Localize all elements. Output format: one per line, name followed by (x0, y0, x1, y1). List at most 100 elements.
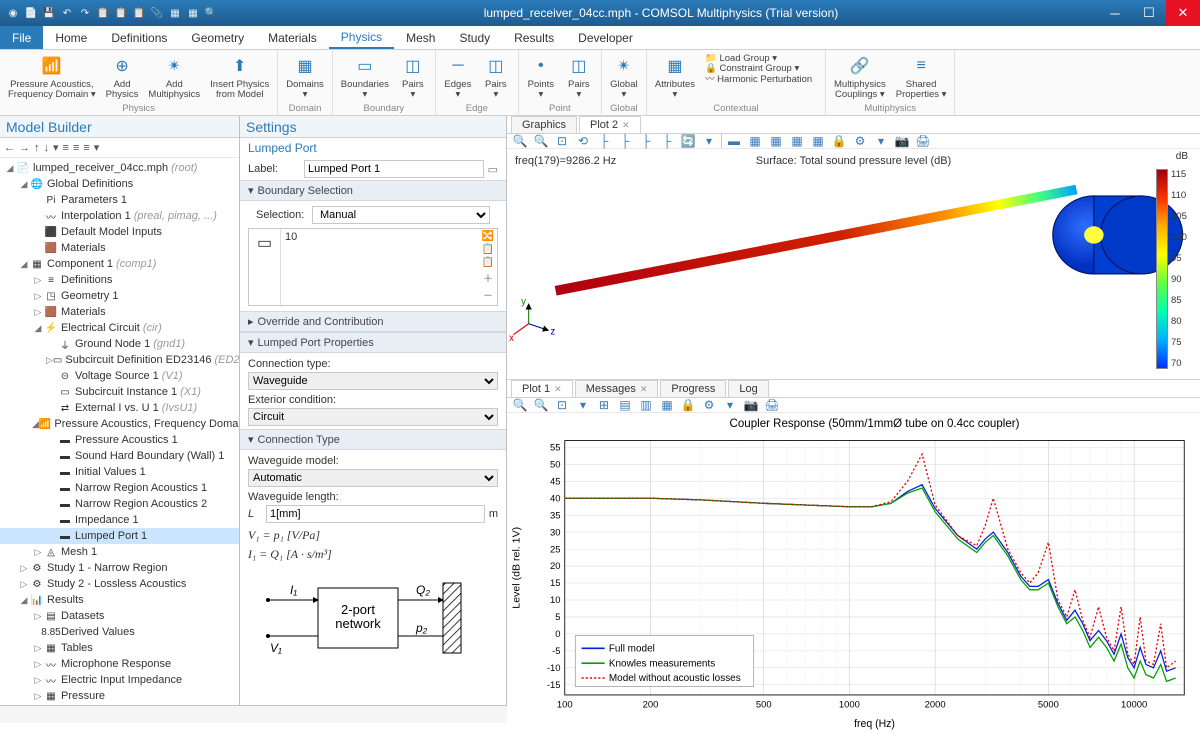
tree-node[interactable]: ▷▭Subcircuit Definition ED23146(ED23146) (0, 352, 239, 368)
ribbon-pairs[interactable]: ◫Pairs ▾ (478, 52, 514, 103)
label-input[interactable] (304, 160, 484, 178)
plot-tab[interactable]: Messages✕ (575, 380, 659, 397)
sel-copy-icon[interactable]: 📋 (482, 244, 494, 255)
mb-tool[interactable]: ≡ (73, 142, 79, 154)
toolbar-icon[interactable]: ▦ (746, 134, 764, 148)
tree-node[interactable]: ◢🌐Global Definitions (0, 176, 239, 192)
maximize-button[interactable]: ☐ (1132, 0, 1166, 26)
mb-tool[interactable]: ▾ (94, 141, 100, 154)
ribbon-points[interactable]: •Points ▾ (523, 52, 559, 103)
tree-node[interactable]: ▷◳Geometry 1 (0, 288, 239, 304)
plot-tab[interactable]: Log (728, 380, 768, 397)
tree-node[interactable]: ▬Narrow Region Acoustics 1 (0, 480, 239, 496)
tree-node[interactable]: ▷〰Electric Input Impedance (0, 672, 239, 688)
menu-study[interactable]: Study (447, 26, 502, 49)
close-tab-icon[interactable]: ✕ (622, 120, 630, 131)
toolbar-icon[interactable]: ├ (658, 134, 676, 148)
tree-node[interactable]: ▷▦Pressure (0, 688, 239, 704)
toolbar-icon[interactable]: 🔍 (511, 398, 529, 412)
ribbon-multiphysics[interactable]: 🔗Multiphysics Couplings ▾ (830, 52, 890, 103)
tree-node[interactable]: ▷⚙Study 2 - Lossless Acoustics (0, 576, 239, 592)
ribbon-add[interactable]: ⊕Add Physics (102, 52, 143, 103)
section-boundary-selection[interactable]: ▾Boundary Selection (240, 180, 506, 201)
goto-source-icon[interactable]: ▭ (488, 163, 498, 176)
toolbar-icon[interactable]: ▦ (809, 134, 827, 148)
qa-icon[interactable]: 💾 (42, 6, 56, 20)
mb-tool[interactable]: ↑ (34, 142, 40, 154)
ribbon-add[interactable]: ✴Add Multiphysics (144, 52, 204, 103)
tree-node[interactable]: ◢▦Component 1(comp1) (0, 256, 239, 272)
tree-node[interactable]: ▷▤Datasets (0, 608, 239, 624)
model-tree[interactable]: ◢📄lumped_receiver_04cc.mph(root)◢🌐Global… (0, 158, 239, 705)
toolbar-icon[interactable]: 🖨 (763, 398, 781, 412)
mb-tool[interactable]: → (19, 142, 30, 154)
sel-add-icon[interactable]: ＋ (483, 270, 493, 285)
tree-node[interactable]: 🟫Materials (0, 240, 239, 256)
wg-len-input[interactable] (266, 505, 485, 523)
toolbar-icon[interactable]: ├ (616, 134, 634, 148)
qa-icon[interactable]: 📋 (132, 6, 146, 20)
selection-dropdown[interactable]: Manual (312, 206, 490, 224)
ribbon-edges[interactable]: ─Edges ▾ (440, 52, 476, 103)
mb-tool[interactable]: ≡ (83, 142, 89, 154)
mb-tool[interactable]: ≡ (63, 142, 69, 154)
toolbar-icon[interactable]: ⚙ (700, 398, 718, 412)
toolbar-icon[interactable]: ▾ (574, 398, 592, 412)
ribbon-global[interactable]: ✴Global ▾ (606, 52, 642, 103)
toolbar-icon[interactable]: ▤ (616, 398, 634, 412)
toolbar-icon[interactable]: ▾ (700, 134, 718, 148)
tree-node[interactable]: ◢📄lumped_receiver_04cc.mph(root) (0, 160, 239, 176)
menu-results[interactable]: Results (502, 26, 566, 49)
menu-materials[interactable]: Materials (256, 26, 329, 49)
ribbon-pressure-acoustics-[interactable]: 📶Pressure Acoustics, Frequency Domain ▾ (4, 52, 100, 103)
ribbon--load-group-[interactable]: 📁 Load Group ▾ 🔒 Constraint Group ▾ 〰 Ha… (701, 52, 821, 103)
qa-icon[interactable]: 📄 (24, 6, 38, 20)
toolbar-icon[interactable]: 📷 (742, 398, 760, 412)
tree-node[interactable]: ▷▦Tables (0, 640, 239, 656)
close-button[interactable]: ✕ (1166, 0, 1200, 26)
tree-node[interactable]: ▭Subcircuit Instance 1(X1) (0, 384, 239, 400)
tree-node[interactable]: ▬Initial Values 1 (0, 464, 239, 480)
ribbon-boundaries[interactable]: ▭Boundaries ▾ (337, 52, 393, 103)
qa-icon[interactable]: ▦ (168, 6, 182, 20)
wg-model-dropdown[interactable]: Automatic (248, 469, 498, 487)
toolbar-icon[interactable]: ├ (637, 134, 655, 148)
toolbar-icon[interactable]: ├ (595, 134, 613, 148)
close-tab-icon[interactable]: ✕ (640, 384, 648, 395)
minimize-button[interactable]: ─ (1098, 0, 1132, 26)
selection-list[interactable]: 10 (281, 229, 479, 305)
toolbar-icon[interactable]: 🔍 (532, 398, 550, 412)
toolbar-icon[interactable]: ⊡ (553, 398, 571, 412)
tree-node[interactable]: ▬Sound Hard Boundary (Wall) 1 (0, 448, 239, 464)
close-tab-icon[interactable]: ✕ (554, 384, 562, 395)
sel-toggle-icon[interactable]: 🔀 (482, 231, 494, 242)
toolbar-icon[interactable]: 🔄 (679, 134, 697, 148)
qa-icon[interactable]: ◉ (6, 6, 20, 20)
qa-icon[interactable]: 📎 (150, 6, 164, 20)
tree-node[interactable]: ◢⚡Electrical Circuit(cir) (0, 320, 239, 336)
toolbar-icon[interactable]: 🔍 (532, 134, 550, 148)
menu-physics[interactable]: Physics (329, 26, 394, 49)
qa-icon[interactable]: 🔍 (204, 6, 218, 20)
tree-node[interactable]: ⏚Ground Node 1(gnd1) (0, 336, 239, 352)
tree-node[interactable]: ◢📊Results (0, 592, 239, 608)
graphics-3d-view[interactable]: freq(179)=9286.2 Hz Surface: Total sound… (507, 149, 1200, 380)
toolbar-icon[interactable]: 🔒 (679, 398, 697, 412)
toolbar-icon[interactable]: ▾ (721, 398, 739, 412)
tree-node[interactable]: ▬Pressure Acoustics 1 (0, 432, 239, 448)
conn-type-dropdown[interactable]: Waveguide (248, 372, 498, 390)
section-override[interactable]: ▸Override and Contribution (240, 311, 506, 332)
mb-tool[interactable]: ▾ (53, 141, 59, 154)
tree-node[interactable]: PiParameters 1 (0, 192, 239, 208)
tree-node[interactable]: 〰Interpolation 1(preal, pimag, ...) (0, 208, 239, 224)
qa-icon[interactable]: 📋 (114, 6, 128, 20)
toolbar-icon[interactable]: 🔒 (830, 134, 848, 148)
tree-node[interactable]: ▷〰Microphone Response (0, 656, 239, 672)
tree-node[interactable]: ⇄External I vs. U 1(IvsU1) (0, 400, 239, 416)
toolbar-icon[interactable]: ⟲ (574, 134, 592, 148)
tree-node[interactable]: ▬Narrow Region Acoustics 2 (0, 496, 239, 512)
toolbar-icon[interactable]: ⊡ (553, 134, 571, 148)
plot-tab[interactable]: Progress (660, 380, 726, 397)
graphics-tab[interactable]: Graphics (511, 116, 577, 133)
tree-node[interactable]: ⊝Voltage Source 1(V1) (0, 368, 239, 384)
